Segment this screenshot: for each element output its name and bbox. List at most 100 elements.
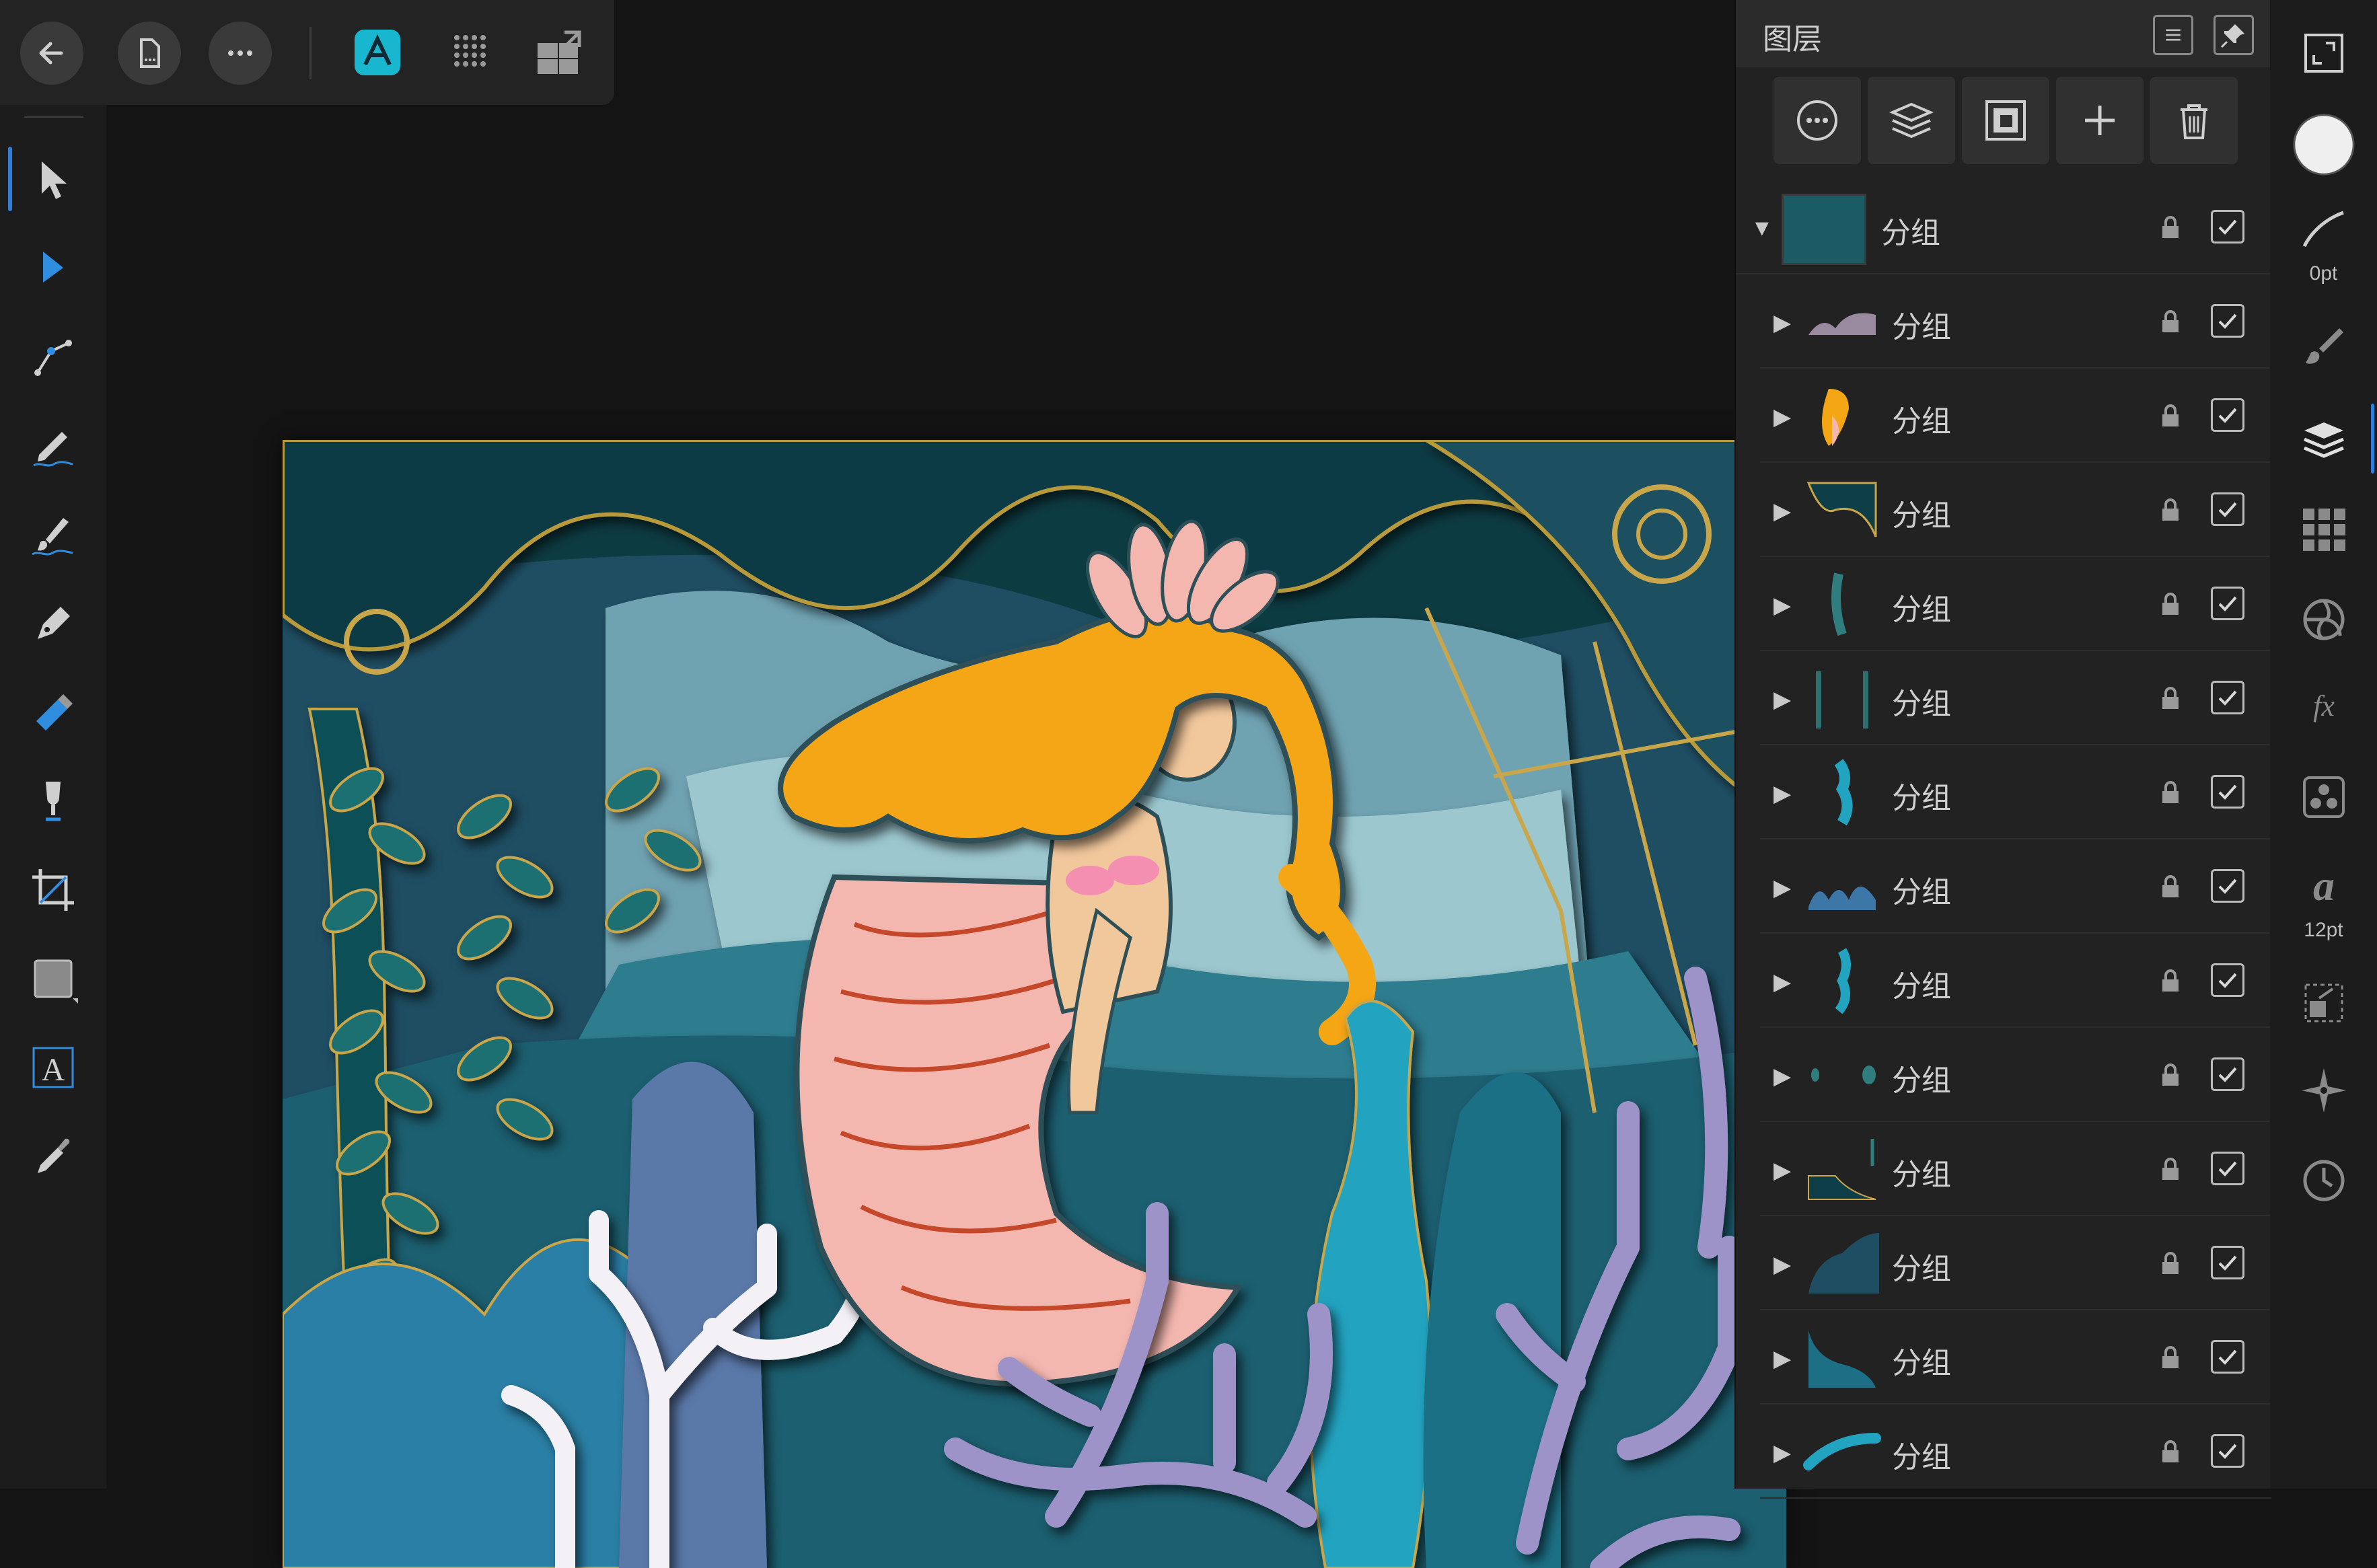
stroke-width-button[interactable]	[2283, 194, 2364, 268]
layers-studio-button[interactable]	[2283, 402, 2364, 476]
expand-triangle-icon[interactable]: ▶	[1773, 780, 1791, 807]
visibility-checkbox[interactable]	[2211, 492, 2244, 526]
layer-row[interactable]: ▶ 分组	[1760, 1312, 2271, 1405]
expand-triangle-icon[interactable]: ▶	[1773, 404, 1791, 431]
layer-row[interactable]: ▶ 分组	[1760, 652, 2271, 745]
expand-triangle-icon[interactable]: ▶	[1773, 498, 1791, 525]
back-button[interactable]	[20, 22, 83, 85]
fullscreen-button[interactable]	[2283, 16, 2364, 90]
pixel-persona-button[interactable]	[447, 28, 496, 80]
lock-icon[interactable]	[2158, 779, 2183, 806]
mask-button[interactable]	[1962, 77, 2049, 164]
panel-menu-button[interactable]	[2153, 15, 2193, 55]
layer-row[interactable]: ▶ 分组	[1760, 841, 2271, 934]
text-styles-button[interactable]: a	[2283, 849, 2364, 923]
layer-row[interactable]: ▶ 分组	[1760, 747, 2271, 839]
lock-icon[interactable]	[2158, 967, 2183, 994]
visibility-checkbox[interactable]	[2211, 869, 2244, 903]
fill-tool[interactable]	[15, 674, 92, 751]
lock-icon[interactable]	[2158, 685, 2183, 712]
pencil-tool[interactable]	[15, 408, 92, 484]
expand-triangle-icon[interactable]: ▶	[1773, 1251, 1791, 1278]
delete-layer-button[interactable]	[2150, 77, 2238, 164]
corner-tool[interactable]	[15, 319, 92, 396]
expand-triangle-icon[interactable]: ▶	[1773, 686, 1791, 713]
transparency-tool[interactable]	[15, 763, 92, 839]
lock-icon[interactable]	[2158, 591, 2183, 618]
assets-button[interactable]	[2283, 492, 2364, 566]
layer-thumbnail	[1811, 1066, 1876, 1084]
lock-icon[interactable]	[2158, 402, 2183, 429]
mermaid-artwork[interactable]	[283, 440, 1786, 1568]
brushes-button[interactable]	[2283, 309, 2364, 383]
lock-icon[interactable]	[2158, 873, 2183, 900]
lock-icon[interactable]	[2158, 1438, 2183, 1465]
transform-button[interactable]	[2283, 966, 2364, 1040]
layer-row[interactable]: ▶ 分组	[1760, 935, 2271, 1028]
fill-color-well[interactable]	[2283, 108, 2364, 182]
canvas-area[interactable]	[106, 105, 1786, 1568]
expand-triangle-icon[interactable]: ▶	[1773, 1440, 1791, 1466]
crop-tool[interactable]	[15, 852, 92, 928]
visibility-checkbox[interactable]	[2211, 775, 2244, 809]
layer-row[interactable]: ▶ 分组	[1760, 1123, 2271, 1216]
expand-triangle-icon[interactable]: ▶	[1773, 309, 1791, 336]
export-persona-button[interactable]	[535, 28, 583, 80]
visibility-checkbox[interactable]	[2211, 1152, 2244, 1185]
visibility-checkbox[interactable]	[2211, 1246, 2244, 1279]
vector-brush-tool[interactable]	[15, 496, 92, 573]
lock-icon[interactable]	[2158, 496, 2183, 523]
expand-triangle-icon[interactable]: ▶	[1773, 592, 1791, 619]
more-button[interactable]	[209, 22, 272, 85]
effects-button[interactable]: fx	[2283, 670, 2364, 744]
layer-name: 分组	[1892, 1158, 1951, 1191]
layer-stack-button[interactable]	[1868, 77, 1955, 164]
shape-tool[interactable]	[15, 940, 92, 1017]
visibility-checkbox[interactable]	[2211, 681, 2244, 714]
layer-row[interactable]: ▶ 分组	[1760, 276, 2271, 369]
text-tool[interactable]: A	[15, 1029, 92, 1106]
visibility-checkbox[interactable]	[2211, 587, 2244, 620]
trash-icon	[2181, 104, 2207, 139]
designer-persona-button[interactable]	[353, 28, 402, 80]
document-button[interactable]	[118, 22, 181, 85]
node-tool[interactable]	[15, 230, 92, 307]
history-button[interactable]	[2283, 1144, 2364, 1218]
layer-row[interactable]: ▶ 分组	[1760, 558, 2271, 651]
visibility-checkbox[interactable]	[2211, 1340, 2244, 1374]
stroke-width-label: 0pt	[2309, 262, 2338, 285]
lock-icon[interactable]	[2158, 1344, 2183, 1371]
pin-panel-button[interactable]	[2214, 15, 2254, 55]
expand-triangle-icon[interactable]: ▶	[1773, 969, 1791, 996]
lock-icon[interactable]	[2158, 308, 2183, 335]
visibility-checkbox[interactable]	[2211, 210, 2244, 244]
layer-options-button[interactable]	[1773, 77, 1861, 164]
lock-icon[interactable]	[2158, 1061, 2183, 1088]
visibility-checkbox[interactable]	[2211, 1434, 2244, 1468]
visibility-checkbox[interactable]	[2211, 1057, 2244, 1091]
lock-icon[interactable]	[2158, 214, 2183, 241]
visibility-checkbox[interactable]	[2211, 963, 2244, 997]
expand-triangle-icon[interactable]: ▶	[1773, 874, 1791, 901]
expand-triangle-icon[interactable]: ▶	[1773, 1063, 1791, 1090]
layer-row[interactable]: ▶ 分组	[1760, 370, 2271, 463]
lock-icon[interactable]	[2158, 1250, 2183, 1277]
layer-row[interactable]: ▶ 分组	[1760, 464, 2271, 557]
layer-row[interactable]: ▶ 分组	[1760, 1406, 2271, 1499]
expand-triangle-icon[interactable]: ▶	[1773, 1345, 1791, 1372]
layer-row-root[interactable]: ▼ 分组	[1736, 182, 2271, 274]
collapse-triangle-icon[interactable]: ▼	[1751, 215, 1773, 241]
move-tool[interactable]	[15, 141, 92, 218]
add-layer-button[interactable]	[2056, 77, 2144, 164]
layer-row[interactable]: ▶ 分组	[1760, 1029, 2271, 1122]
expand-triangle-icon[interactable]: ▶	[1773, 1157, 1791, 1184]
layer-row[interactable]: ▶ 分组	[1760, 1218, 2271, 1310]
visibility-checkbox[interactable]	[2211, 304, 2244, 338]
navigator-button[interactable]	[2283, 1053, 2364, 1127]
visibility-checkbox[interactable]	[2211, 398, 2244, 432]
pen-tool[interactable]	[15, 585, 92, 662]
color-picker-tool[interactable]	[15, 1118, 92, 1195]
lock-icon[interactable]	[2158, 1156, 2183, 1183]
styles-button[interactable]	[2283, 760, 2364, 834]
color-studio-button[interactable]	[2283, 583, 2364, 657]
